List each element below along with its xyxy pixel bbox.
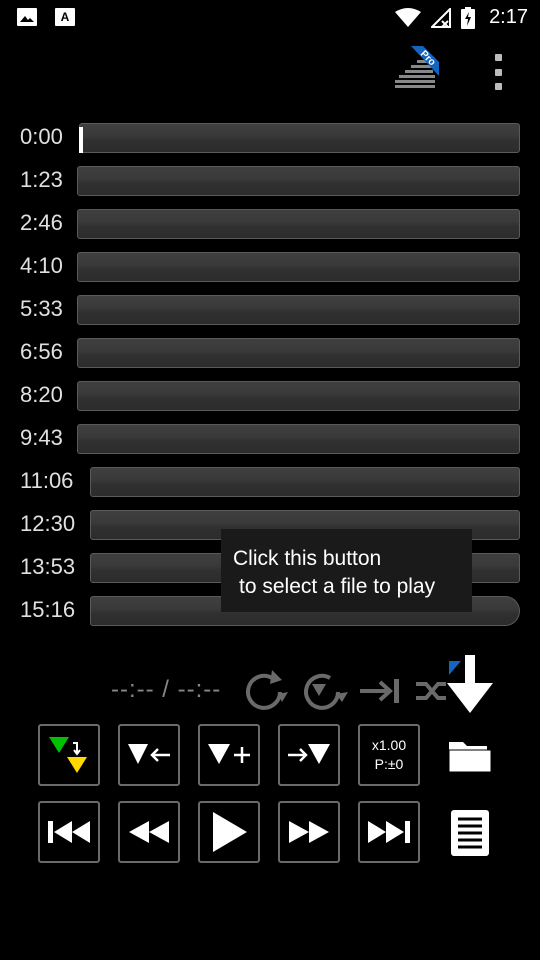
tooltip: Click this button to select a file to pl… <box>221 529 472 612</box>
timeline-row[interactable]: 11:06 <box>0 464 540 498</box>
skip-next-icon <box>368 821 410 843</box>
marker-set-icon <box>49 737 87 773</box>
fast-forward-button[interactable] <box>278 801 340 863</box>
skip-to-marker-icon[interactable] <box>358 676 404 706</box>
prev-marker-button[interactable] <box>118 724 180 786</box>
set-marker-button[interactable] <box>38 724 100 786</box>
timeline-time: 12:30 <box>20 511 76 536</box>
rewind-button[interactable] <box>118 801 180 863</box>
timeline-bar[interactable] <box>77 338 520 368</box>
skip-next-button[interactable] <box>358 801 420 863</box>
play-icon <box>213 812 247 852</box>
timeline-time: 0:00 <box>20 124 63 149</box>
timeline-row[interactable]: 1:23 <box>0 163 540 197</box>
timeline-bar[interactable] <box>77 424 520 454</box>
skip-previous-button[interactable] <box>38 801 100 863</box>
status-clock: 2:17 <box>489 6 528 28</box>
rewind-icon <box>129 821 169 843</box>
wifi-icon <box>395 7 422 27</box>
timeline-time: 8:20 <box>20 382 63 407</box>
timeline-bar[interactable] <box>77 295 520 325</box>
timeline-row[interactable]: 8:20 <box>0 378 540 412</box>
marker-left-arrow-icon <box>128 744 170 764</box>
speed-pitch-button[interactable]: x1.00 P:±0 <box>358 724 420 786</box>
tooltip-line-2: to select a file to play <box>239 575 436 598</box>
tooltip-line-1: Click this button <box>233 547 382 570</box>
marker-plus-icon <box>208 744 250 764</box>
timeline-bar[interactable] <box>90 467 520 497</box>
pitch-label: P:±0 <box>374 756 404 772</box>
timeline-row[interactable]: 2:46 <box>0 206 540 240</box>
svg-text:A: A <box>61 10 70 24</box>
repeat-marker-icon[interactable] <box>300 670 350 712</box>
fast-forward-icon <box>289 821 329 843</box>
timeline-time: 2:46 <box>20 210 63 235</box>
timeline-bar[interactable] <box>77 209 520 239</box>
battery-charging-icon <box>461 6 476 29</box>
timeline-time: 6:56 <box>20 339 63 364</box>
no-signal-icon <box>431 7 452 28</box>
overflow-menu-icon[interactable] <box>488 54 508 90</box>
timeline-row[interactable]: 5:33 <box>0 292 540 326</box>
timeline-time: 15:16 <box>20 597 76 622</box>
timeline-bar[interactable] <box>77 252 520 282</box>
font-notification-icon: A <box>55 8 75 26</box>
timeline-time: 4:10 <box>20 253 63 278</box>
timeline-time: 5:33 <box>20 296 63 321</box>
timeline-row[interactable]: 9:43 <box>0 421 540 455</box>
hint-arrow-down-icon <box>447 655 493 713</box>
timeline-bar[interactable] <box>79 123 520 153</box>
skip-previous-icon <box>48 821 90 843</box>
timeline-time: 1:23 <box>20 167 63 192</box>
repeat-icon[interactable] <box>242 670 290 712</box>
playlist-icon[interactable] <box>450 809 490 857</box>
timeline-row[interactable]: 6:56 <box>0 335 540 369</box>
timeline-time: 9:43 <box>20 425 63 450</box>
speed-label: x1.00 <box>371 737 407 753</box>
next-marker-button[interactable] <box>278 724 340 786</box>
app-bar <box>0 40 540 100</box>
playback-cursor[interactable] <box>79 127 83 153</box>
timeline-bar[interactable] <box>77 166 520 196</box>
open-folder-icon[interactable] <box>447 738 493 774</box>
play-button[interactable] <box>198 801 260 863</box>
right-arrow-marker-icon <box>288 744 330 764</box>
position-text: --:-- / --:-- <box>111 676 222 703</box>
image-notification-icon <box>17 8 37 26</box>
timeline-time: 11:06 <box>20 468 74 493</box>
timeline-bar[interactable] <box>77 381 520 411</box>
pro-app-logo[interactable]: Pro <box>393 46 439 92</box>
timeline-time: 13:53 <box>20 554 76 579</box>
timeline-row[interactable]: 4:10 <box>0 249 540 283</box>
status-bar: A 2:17 <box>0 0 540 36</box>
add-marker-button[interactable] <box>198 724 260 786</box>
